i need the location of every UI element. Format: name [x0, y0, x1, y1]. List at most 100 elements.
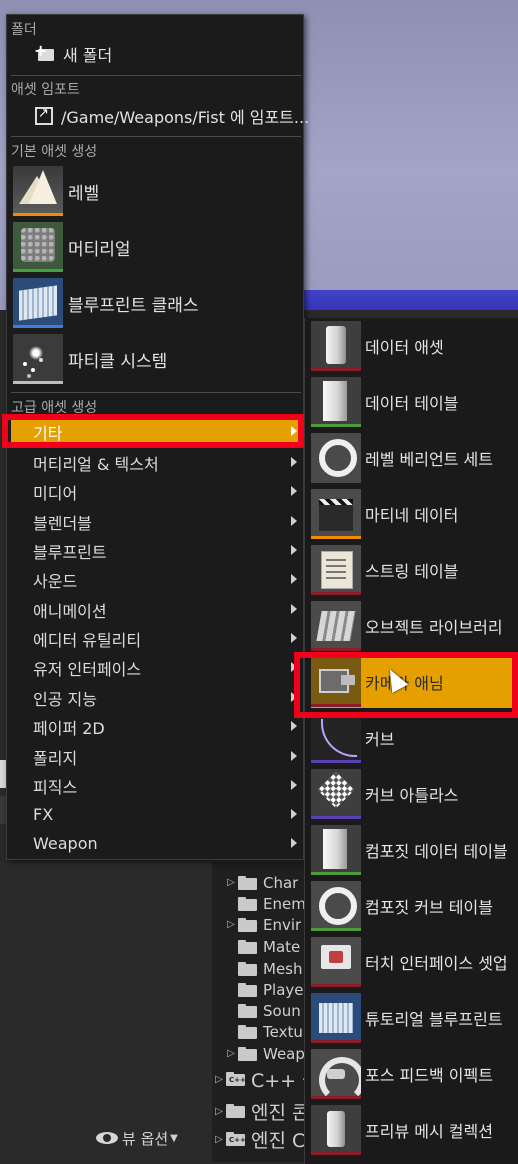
category-paper2d[interactable]: 페이퍼 2D: [11, 712, 301, 741]
submenu-arrow-icon: [291, 604, 297, 614]
category-sound[interactable]: 사운드: [11, 565, 301, 594]
submenu-item-force-feedback[interactable]: 포스 피드백 이펙트: [311, 1048, 518, 1100]
category-editor-utility[interactable]: 에디터 유틸리티: [11, 624, 301, 653]
particle-icon: [13, 334, 63, 384]
tree-row[interactable]: ▷ Weap: [226, 1043, 305, 1064]
tree-row-root[interactable]: ▷ C++ 엔진 C: [214, 1126, 305, 1152]
dropdown-arrow-icon: ▼: [170, 1132, 178, 1144]
menu-item-blueprint-class[interactable]: 블루프린트 클래스: [13, 277, 301, 329]
import-icon: [35, 106, 53, 125]
misc-submenu: 데이터 애셋 데이터 테이블 레벨 베리언트 세트 마티네 데이터 스트링 테이…: [304, 318, 518, 1164]
submenu-item-data-asset[interactable]: 데이터 애셋: [311, 320, 518, 372]
object-library-icon: [311, 601, 361, 651]
folder-tree: ▷ Char Enem ▷ Envir Mate Mesh Playe Soun T…: [212, 862, 320, 1162]
tree-row[interactable]: ▷ Char: [226, 872, 298, 893]
submenu-arrow-icon: [291, 751, 297, 761]
menu-item-level[interactable]: 레벨: [13, 165, 301, 217]
submenu-item-level-variant-set[interactable]: 레벨 베리언트 세트: [311, 432, 518, 484]
category-animation[interactable]: 애니메이션: [11, 595, 301, 624]
data-table-icon: [311, 377, 361, 427]
preview-mesh-icon: [311, 1105, 361, 1155]
section-header-import: 애셋 임포트: [11, 82, 80, 98]
submenu-arrow-icon: [291, 574, 297, 584]
folder-icon: [238, 917, 258, 932]
menu-item-material[interactable]: 머티리얼: [13, 221, 301, 273]
expand-arrow-icon[interactable]: ▷: [226, 877, 236, 888]
submenu-item-matinee-data[interactable]: 마티네 데이터: [311, 488, 518, 540]
new-folder-icon: [34, 41, 55, 63]
category-weapon[interactable]: Weapon: [11, 829, 301, 858]
tree-row[interactable]: Playe: [238, 979, 304, 1000]
curve-atlas-icon: [311, 769, 361, 819]
expand-arrow-icon[interactable]: ▷: [214, 1134, 224, 1145]
submenu-item-string-table[interactable]: 스트링 테이블: [311, 544, 518, 596]
category-material-texture[interactable]: 머티리얼 & 텍스처: [11, 448, 301, 477]
tree-row[interactable]: Mate: [238, 936, 300, 957]
menu-item-particle-system[interactable]: 파티클 시스템: [13, 333, 301, 385]
expand-arrow-icon[interactable]: ▷: [226, 919, 236, 930]
submenu-item-object-library[interactable]: 오브젝트 라이브러리: [311, 600, 518, 652]
submenu-item-touch-interface-setup[interactable]: 터치 인터페이스 셋업: [311, 936, 518, 988]
tree-row[interactable]: Soun: [238, 1000, 301, 1021]
folder-icon: [238, 961, 258, 976]
category-fx[interactable]: FX: [11, 800, 301, 829]
folder-icon: [238, 875, 258, 890]
category-blendable[interactable]: 블렌더블: [11, 507, 301, 536]
submenu-item-data-table[interactable]: 데이터 테이블: [311, 376, 518, 428]
submenu-arrow-icon: [291, 516, 297, 526]
folder-icon: [238, 896, 258, 911]
expand-arrow-icon[interactable]: ▷: [226, 1048, 236, 1059]
new-folder-item[interactable]: 새 폴더: [34, 41, 112, 67]
touch-interface-icon: [311, 937, 361, 987]
submenu-item-preview-mesh-collection[interactable]: 프리뷰 메시 컬렉션: [311, 1104, 518, 1156]
tutorial-blueprint-icon: [311, 993, 361, 1043]
submenu-arrow-icon: [291, 457, 297, 467]
category-foliage[interactable]: 폴리지: [11, 742, 301, 771]
expand-arrow-icon[interactable]: ▷: [214, 1106, 224, 1117]
tree-row-root[interactable]: ▷ 엔진 콘: [214, 1098, 309, 1124]
cpp-folder-icon: C++: [226, 1132, 246, 1146]
matinee-icon: [311, 489, 361, 539]
folder-icon: [226, 1104, 246, 1118]
category-user-interface[interactable]: 유저 인터페이스: [11, 653, 301, 682]
folder-icon: [238, 982, 258, 997]
composite-data-table-icon: [311, 825, 361, 875]
eye-icon: [96, 1131, 118, 1145]
folder-icon: [238, 1003, 258, 1018]
curve-icon: [311, 713, 361, 763]
submenu-arrow-icon: [291, 633, 297, 643]
submenu-item-composite-curve-table[interactable]: 컴포짓 커브 테이블: [311, 880, 518, 932]
string-table-icon: [311, 545, 361, 595]
material-icon: [13, 222, 63, 272]
submenu-arrow-icon: [291, 545, 297, 555]
divider: [11, 392, 301, 393]
level-variant-icon: [311, 433, 361, 483]
category-ai[interactable]: 인공 지능: [11, 683, 301, 712]
submenu-arrow-icon: [291, 721, 297, 731]
category-physics[interactable]: 피직스: [11, 771, 301, 800]
submenu-item-curve[interactable]: 커브: [311, 712, 518, 764]
cpp-folder-icon: C++: [226, 1072, 246, 1086]
force-feedback-icon: [311, 1049, 361, 1099]
view-options-button[interactable]: 뷰 옵션 ▼: [96, 1127, 178, 1149]
tree-row[interactable]: Textu: [238, 1021, 303, 1042]
tree-row[interactable]: Enem: [238, 893, 306, 914]
composite-curve-table-icon: [311, 881, 361, 931]
submenu-arrow-icon: [291, 838, 297, 848]
data-asset-icon: [311, 321, 361, 371]
submenu-arrow-icon: [291, 809, 297, 819]
submenu-item-composite-data-table[interactable]: 컴포짓 데이터 테이블: [311, 824, 518, 876]
section-header-basic: 기본 애셋 생성: [11, 144, 98, 160]
tree-row[interactable]: ▷ Envir: [226, 914, 301, 935]
category-media[interactable]: 미디어: [11, 477, 301, 506]
folder-icon: [238, 1046, 258, 1061]
submenu-item-tutorial-blueprint[interactable]: 튜토리얼 블루프린트: [311, 992, 518, 1044]
tree-row[interactable]: Mesh: [238, 958, 303, 979]
blueprint-icon: [13, 278, 63, 328]
expand-arrow-icon[interactable]: ▷: [214, 1074, 224, 1085]
submenu-item-curve-atlas[interactable]: 커브 아틀라스: [311, 768, 518, 820]
import-item[interactable]: /Game/Weapons/Fist 에 임포트...: [35, 103, 309, 129]
submenu-arrow-icon: [291, 780, 297, 790]
annotation-box-misc: [2, 414, 304, 448]
category-blueprint[interactable]: 블루프린트: [11, 536, 301, 565]
